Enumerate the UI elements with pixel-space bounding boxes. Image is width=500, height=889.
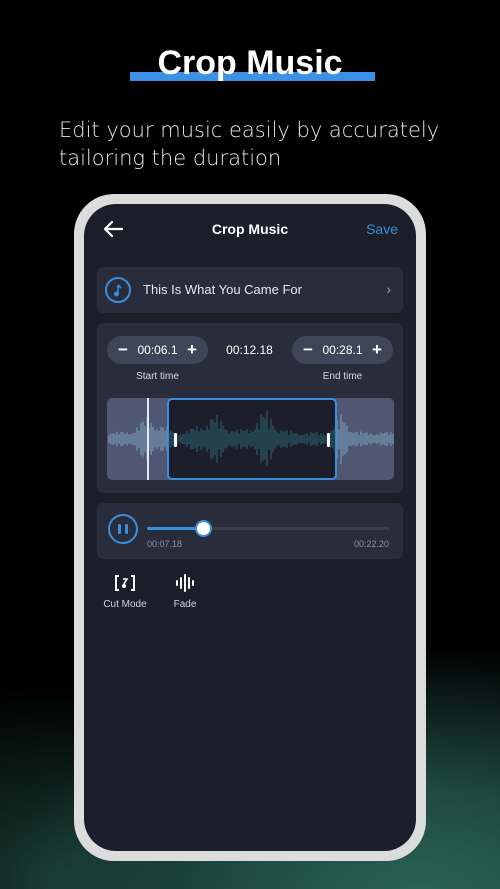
song-name: This Is What You Came For (143, 282, 302, 297)
cut-mode-icon (115, 575, 135, 591)
start-time-stepper: − 00:06.1 + (107, 336, 208, 364)
progress-thumb[interactable] (197, 522, 210, 535)
crop-start-handle[interactable] (174, 433, 177, 447)
end-time-stepper: − 00:28.1 + (292, 336, 393, 364)
fade-button[interactable]: Fade (155, 574, 215, 610)
player: 00:07.18 00:22.20 (97, 503, 403, 559)
phone-frame: Crop Music Save This Is What You Came Fo… (74, 194, 426, 861)
progress-fill (147, 527, 203, 530)
total-time: 00:22.20 (353, 539, 389, 549)
top-bar: Crop Music Save (84, 204, 416, 254)
song-selector[interactable]: This Is What You Came For › (97, 267, 403, 313)
crop-end-handle[interactable] (327, 433, 330, 447)
selection-duration: 00:12.18 (226, 343, 273, 357)
fade-icon (176, 574, 194, 592)
selected-waveform-graphic (168, 411, 336, 467)
save-button[interactable]: Save (366, 221, 398, 237)
progress-slider[interactable] (147, 522, 389, 535)
cut-mode-label: Cut Mode (103, 599, 147, 610)
pause-button[interactable] (108, 514, 138, 544)
fade-label: Fade (173, 599, 197, 610)
playhead[interactable] (147, 398, 149, 480)
end-time-label: End time (322, 371, 363, 382)
app-screen: Crop Music Save This Is What You Came Fo… (84, 204, 416, 851)
start-time-increase-button[interactable]: + (180, 338, 204, 362)
chevron-right-icon: › (386, 281, 391, 297)
start-time-label: Start time (136, 371, 179, 382)
promo-subtitle: Edit your music easily by accurately tai… (59, 118, 440, 170)
crop-editor: − 00:06.1 + 00:12.18 − 00:28.1 + Start t… (97, 323, 403, 493)
cut-mode-button[interactable]: Cut Mode (95, 574, 155, 610)
promo-title: Crop Music (157, 44, 343, 82)
waveform[interactable] (107, 398, 394, 480)
current-time: 00:07.18 (147, 539, 183, 549)
music-note-icon (105, 277, 131, 303)
crop-selection[interactable] (167, 398, 337, 480)
end-time-increase-button[interactable]: + (365, 338, 389, 362)
